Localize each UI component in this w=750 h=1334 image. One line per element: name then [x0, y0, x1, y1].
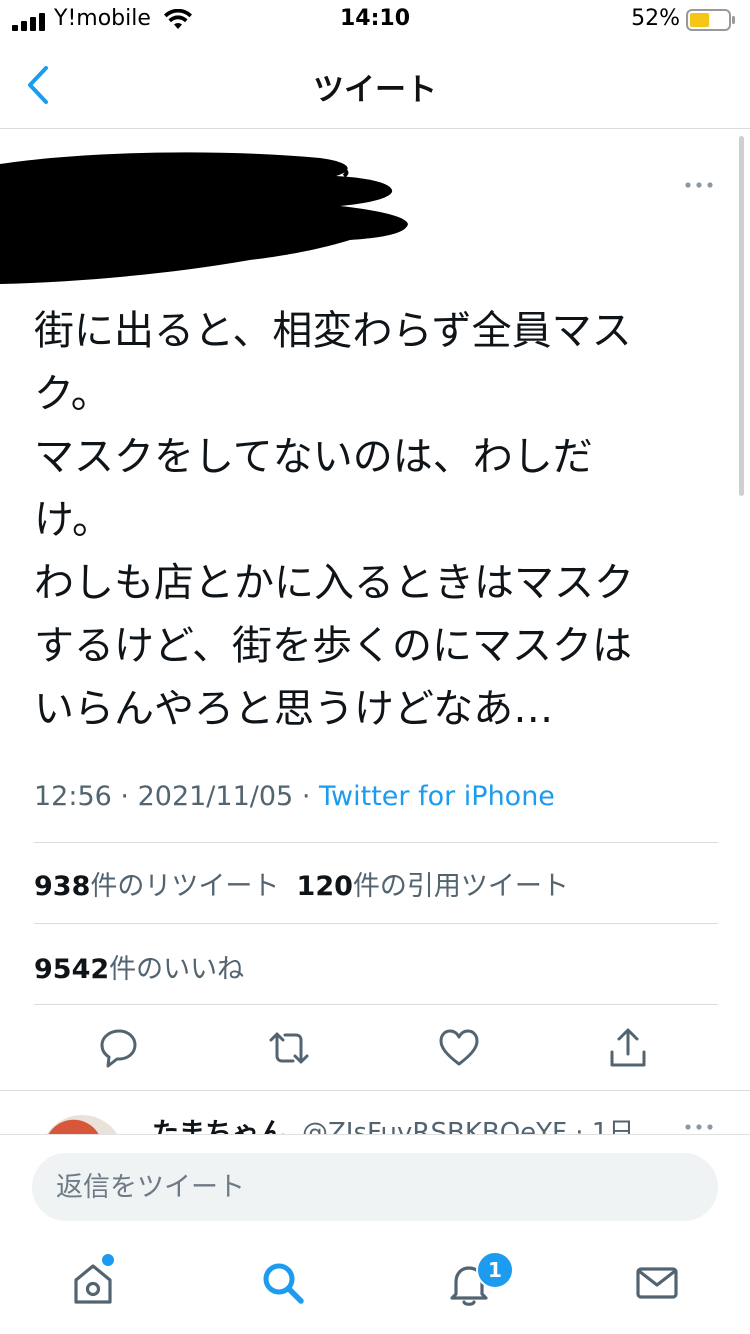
status-bar: Y!mobile 14:10 52%	[0, 0, 750, 44]
likes-label: 件のいいね	[109, 954, 245, 985]
tweet-line: マスクをしてないのは、わしだ	[34, 434, 593, 480]
tweet-source-link[interactable]: Twitter for iPhone	[319, 781, 555, 812]
retweets-count: 938	[34, 871, 91, 902]
stats-row-likes: 9542件のいいね	[34, 947, 244, 986]
quotes-stat[interactable]: 120件の引用ツイート	[297, 871, 569, 902]
retweets-stat[interactable]: 938件のリツイート	[34, 871, 279, 902]
more-options-icon[interactable]	[682, 1121, 716, 1133]
reply-preview[interactable]: たまちゃん @ZJsFuvRSBKBQeYF · 1日	[0, 1090, 750, 1135]
divider	[34, 842, 718, 843]
reply-input[interactable]	[32, 1153, 718, 1221]
reply-author-handle: @ZJsFuvRSBKBQeYF · 1日	[302, 1118, 635, 1135]
scrollbar[interactable]	[739, 136, 744, 496]
reply-icon[interactable]	[97, 1026, 141, 1070]
battery-percent: 52%	[631, 6, 680, 31]
tweet-line: ク。	[34, 371, 111, 417]
tweet-date: 2021/11/05	[137, 781, 294, 812]
reply-author-name: たまちゃん	[152, 1118, 287, 1135]
tweet-line: わしも店とかに入るときはマスク	[34, 560, 634, 606]
stats-row-retweets: 938件のリツイート 120件の引用ツイート	[34, 864, 569, 903]
home-icon[interactable]	[68, 1258, 118, 1308]
meta-separator: ·	[120, 781, 129, 812]
tweet-meta: 12:56 · 2021/11/05 · Twitter for iPhone	[34, 781, 555, 812]
more-options-button[interactable]	[682, 174, 716, 196]
messages-icon[interactable]	[632, 1258, 682, 1308]
nav-bar: ツイート	[0, 44, 750, 129]
tweet-line: いらんやろと思うけどなあ…	[34, 686, 554, 732]
divider	[34, 923, 718, 924]
tweet-line: するけど、街を歩くのにマスクは	[34, 623, 632, 669]
tweet-time: 12:56	[34, 781, 112, 812]
quotes-label: 件の引用ツイート	[352, 871, 569, 902]
search-icon[interactable]	[258, 1258, 308, 1308]
page-title: ツイート	[313, 72, 437, 108]
heart-icon[interactable]	[437, 1026, 481, 1070]
tweet-line: け。	[34, 497, 112, 543]
quotes-count: 120	[296, 871, 353, 902]
redacted-author-block	[0, 152, 408, 284]
battery-icon	[686, 9, 735, 31]
likes-count: 9542	[34, 954, 110, 985]
likes-stat[interactable]: 9542件のいいね	[34, 954, 244, 985]
tweet-text: 街に出ると、相変わらず全員マス ク。 マスクをしてないのは、わしだ け。 わしも…	[34, 300, 704, 741]
meta-separator: ·	[301, 781, 311, 812]
tweet-line: 街に出ると、相変わらず全員マス	[34, 308, 632, 354]
reply-composer	[0, 1134, 750, 1235]
retweet-icon[interactable]	[267, 1026, 311, 1070]
tab-bar: 1	[0, 1234, 750, 1334]
notification-badge: 1	[476, 1251, 514, 1289]
home-unread-dot	[102, 1254, 114, 1266]
retweets-label: 件のリツイート	[90, 871, 280, 902]
share-icon[interactable]	[606, 1026, 650, 1070]
avatar[interactable]	[40, 1115, 124, 1135]
divider	[34, 1004, 718, 1005]
